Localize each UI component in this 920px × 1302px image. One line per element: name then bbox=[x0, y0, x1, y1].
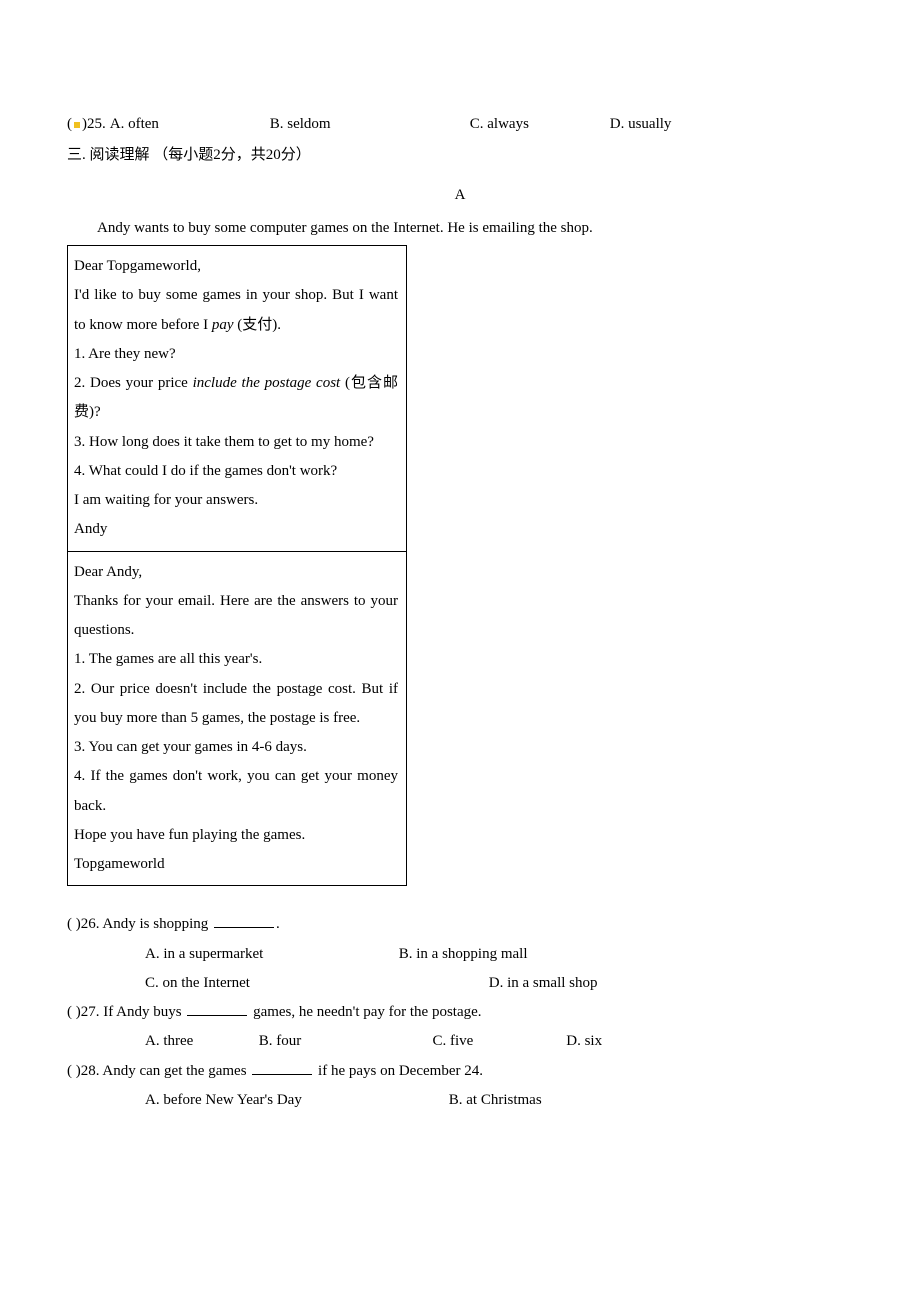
question-28: ( )28. Andy can get the games if he pays… bbox=[67, 1057, 853, 1116]
email1-q3: 3. How long does it take them to get to … bbox=[74, 428, 398, 457]
email2-l1: Thanks for your email. Here are the answ… bbox=[74, 587, 398, 646]
q25-option-b: B. seldom bbox=[270, 110, 470, 139]
email1-q1: 1. Are they new? bbox=[74, 340, 398, 369]
email2-a3: 3. You can get your games in 4-6 days. bbox=[74, 733, 398, 762]
highlight-dot-icon bbox=[74, 122, 80, 128]
q25-option-c: C. always bbox=[470, 110, 610, 139]
email1-greeting: Dear Topgameworld, bbox=[74, 252, 398, 281]
email2-a4: 4. If the games don't work, you can get … bbox=[74, 762, 398, 821]
question-27: ( )27. If Andy buys games, he needn't pa… bbox=[67, 998, 853, 1057]
blank-line bbox=[252, 1059, 312, 1075]
q26-options-row1: A. in a supermarket B. in a shopping mal… bbox=[67, 940, 853, 969]
q27-option-c: C. five bbox=[433, 1027, 563, 1056]
q25-marker-open: ( bbox=[67, 110, 72, 139]
email1-sig: Andy bbox=[74, 515, 398, 544]
email1-closing: I am waiting for your answers. bbox=[74, 486, 398, 515]
email1-q2: 2. Does your price include the postage c… bbox=[74, 369, 398, 428]
email-table: Dear Topgameworld, I'd like to buy some … bbox=[67, 245, 407, 886]
q28-option-a: A. before New Year's Day bbox=[145, 1086, 445, 1115]
q26-option-d: D. in a small shop bbox=[489, 969, 598, 998]
q25-option-d: D. usually bbox=[610, 110, 672, 139]
q26-option-c: C. on the Internet bbox=[145, 969, 485, 998]
email2-closing: Hope you have fun playing the games. bbox=[74, 821, 398, 850]
q27-option-b: B. four bbox=[259, 1027, 429, 1056]
q26-option-b: B. in a shopping mall bbox=[399, 940, 528, 969]
blank-line bbox=[187, 1000, 247, 1016]
q28-stem: ( )28. Andy can get the games if he pays… bbox=[67, 1057, 853, 1086]
question-25: ( )25. A. often B. seldom C. always D. u… bbox=[67, 110, 853, 139]
q28-stem-post: if he pays on December 24. bbox=[314, 1063, 483, 1079]
email-1-cell: Dear Topgameworld, I'd like to buy some … bbox=[68, 246, 407, 552]
q28-options-row: A. before New Year's Day B. at Christmas bbox=[67, 1086, 853, 1115]
email1-body-1: I'd like to buy some games in your shop.… bbox=[74, 281, 398, 340]
email1-l1b: (支付). bbox=[234, 317, 282, 333]
q28-option-b: B. at Christmas bbox=[449, 1086, 542, 1115]
email2-a1: 1. The games are all this year's. bbox=[74, 645, 398, 674]
email1-pay-italic: pay bbox=[212, 317, 234, 333]
q27-option-a: A. three bbox=[145, 1027, 255, 1056]
passage-a-label: A bbox=[67, 181, 853, 210]
email1-q4: 4. What could I do if the games don't wo… bbox=[74, 457, 398, 486]
blank-line bbox=[214, 912, 274, 928]
email-2-cell: Dear Andy, Thanks for your email. Here a… bbox=[68, 551, 407, 886]
q26-option-a: A. in a supermarket bbox=[145, 940, 395, 969]
email1-q2a: 2. Does your price bbox=[74, 375, 193, 391]
email2-a2: 2. Our price doesn't include the postage… bbox=[74, 675, 398, 734]
q26-stem: ( )26. Andy is shopping . bbox=[67, 910, 853, 939]
q26-options-row2: C. on the Internet D. in a small shop bbox=[67, 969, 853, 998]
q27-option-d: D. six bbox=[566, 1027, 602, 1056]
q25-marker-close: )25. bbox=[82, 110, 106, 139]
section-3-title: 三. 阅读理解 （每小题2分，共20分） bbox=[67, 141, 853, 170]
q27-stem: ( )27. If Andy buys games, he needn't pa… bbox=[67, 998, 853, 1027]
q27-stem-post: games, he needn't pay for the postage. bbox=[249, 1004, 481, 1020]
email1-q2-italic: include the postage cost bbox=[193, 375, 341, 391]
q27-options-row: A. three B. four C. five D. six bbox=[67, 1027, 853, 1056]
email2-greeting: Dear Andy, bbox=[74, 558, 398, 587]
passage-intro: Andy wants to buy some computer games on… bbox=[67, 214, 853, 243]
email2-sig: Topgameworld bbox=[74, 850, 398, 879]
q27-stem-pre: ( )27. If Andy buys bbox=[67, 1004, 185, 1020]
q25-options: A. often B. seldom C. always D. usually bbox=[106, 110, 853, 139]
q26-stem-pre: ( )26. Andy is shopping bbox=[67, 916, 212, 932]
q28-stem-pre: ( )28. Andy can get the games bbox=[67, 1063, 250, 1079]
q26-stem-post: . bbox=[276, 916, 280, 932]
question-26: ( )26. Andy is shopping . A. in a superm… bbox=[67, 910, 853, 998]
q25-option-a: A. often bbox=[110, 110, 270, 139]
